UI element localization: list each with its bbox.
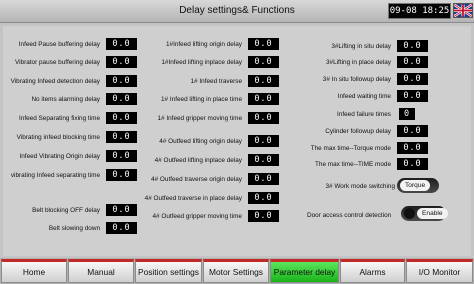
nav-manual[interactable]: Manual	[68, 259, 134, 283]
param-label: Vibrating infeed blocking time	[16, 134, 100, 141]
switch-label: 3# Work mode switching	[325, 183, 396, 190]
param-value[interactable]: 0.0	[248, 210, 279, 222]
param-label: 4# Outfeed gripper moving time	[152, 213, 242, 220]
param-value[interactable]: 0.0	[248, 112, 279, 124]
param-label: 1#Infeed lifting origin delay	[165, 41, 242, 48]
param-label: 3# In situ followup delay	[322, 76, 391, 83]
param-value[interactable]: 0.0	[248, 192, 279, 204]
param-value[interactable]: 0	[399, 108, 415, 120]
toggle-knob	[404, 208, 415, 219]
param-value[interactable]: 0.0	[106, 112, 137, 124]
param-label: 4# Outfeed traverse in place delay	[144, 195, 242, 202]
title-bar: Delay settings& Functions 09-08 18:25	[0, 0, 474, 23]
param-value[interactable]: 0.0	[397, 142, 428, 154]
param-value[interactable]: 0.0	[248, 38, 279, 50]
nav-io-monitor[interactable]: I/O Monitor	[406, 259, 473, 283]
param-value[interactable]: 0.0	[248, 154, 279, 166]
param-value[interactable]: 0.0	[397, 73, 428, 85]
param-value[interactable]: 0.0	[248, 56, 279, 68]
param-label: Cylinder followup delay	[325, 128, 391, 135]
param-label: The max time--TIME mode	[315, 161, 391, 168]
datetime-display: 09-08 18:25	[388, 3, 451, 19]
nav-motor-settings[interactable]: Motor Settings	[203, 259, 269, 283]
door-access-toggle[interactable]: Enable	[401, 206, 448, 221]
param-value[interactable]: 0.0	[248, 75, 279, 87]
param-label: Infeed waiting time	[337, 93, 391, 100]
param-value[interactable]: 0.0	[106, 169, 137, 181]
param-value[interactable]: 0.0	[397, 158, 428, 170]
param-value[interactable]: 0.0	[106, 93, 137, 105]
nav-position-settings[interactable]: Position settings	[135, 259, 202, 283]
param-value[interactable]: 0.0	[248, 173, 279, 185]
param-label: 1#Infeed lifting inplace delay	[161, 59, 242, 66]
param-label: 4# Outfeed traverse origin delay	[151, 176, 242, 183]
param-value[interactable]: 0.0	[248, 93, 279, 105]
nav-parameter-delay[interactable]: Parameter delay	[270, 259, 339, 283]
nav-alarms[interactable]: Alarms	[340, 259, 405, 283]
param-label: Belt blocking OFF delay	[32, 207, 100, 214]
param-label: Vibrator pause buffering delay	[14, 59, 100, 66]
param-value[interactable]: 0.0	[106, 38, 137, 50]
param-value[interactable]: 0.0	[106, 56, 137, 68]
param-label: Infeed failure times	[337, 111, 391, 118]
work-mode-toggle[interactable]: Torque	[397, 178, 439, 193]
param-value[interactable]: 0.0	[397, 56, 428, 68]
bottom-nav: Home Manual Position settings Motor Sett…	[0, 258, 474, 284]
param-label: 3#Lifting in place delay	[325, 59, 391, 66]
param-label: Vibrating Infeed detection delay	[10, 78, 100, 85]
param-value[interactable]: 0.0	[248, 135, 279, 147]
toggle-state: Torque	[400, 180, 431, 191]
param-label: Infeed Pause buffering delay	[18, 41, 100, 48]
param-value[interactable]: 0.0	[106, 150, 137, 162]
hmi-screen: Delay settings& Functions 09-08 18:25 In…	[0, 0, 474, 284]
param-value[interactable]: 0.0	[397, 90, 428, 102]
toggle-state: Enable	[417, 208, 448, 219]
param-label: 1# Infeed traverse	[190, 78, 242, 85]
param-value[interactable]: 0.0	[397, 40, 428, 52]
param-label: Infeed Vibrating Origin delay	[19, 153, 100, 160]
param-label: 1# Infeed lifting in place time	[161, 96, 242, 103]
param-label: Infeed Separating fixing time	[19, 115, 100, 122]
param-label: 3#Lifting in situ delay	[331, 43, 391, 50]
param-label: 1# Infeed gripper moving time	[157, 115, 242, 122]
param-label: The max time--Torque mode	[310, 145, 391, 152]
param-label: 4# Outfeed lifting inplace delay	[154, 157, 242, 164]
param-label: vibrating Infeed separating time	[10, 172, 100, 179]
param-value[interactable]: 0.0	[106, 204, 137, 216]
nav-home[interactable]: Home	[1, 259, 67, 283]
param-value[interactable]: 0.0	[106, 75, 137, 87]
param-label: No items alarming delay	[31, 96, 100, 103]
switch-label: Door access control detection	[307, 212, 392, 219]
param-label: 4# Outfeed lifting origin delay	[159, 138, 242, 145]
param-label: Belt slowing down	[48, 225, 100, 232]
param-value[interactable]: 0.0	[106, 222, 137, 234]
uk-flag-icon[interactable]	[453, 3, 473, 18]
settings-panel: Infeed Pause buffering delay 0.0 Vibrato…	[3, 26, 471, 256]
param-value[interactable]: 0.0	[397, 125, 428, 137]
param-value[interactable]: 0.0	[106, 131, 137, 143]
